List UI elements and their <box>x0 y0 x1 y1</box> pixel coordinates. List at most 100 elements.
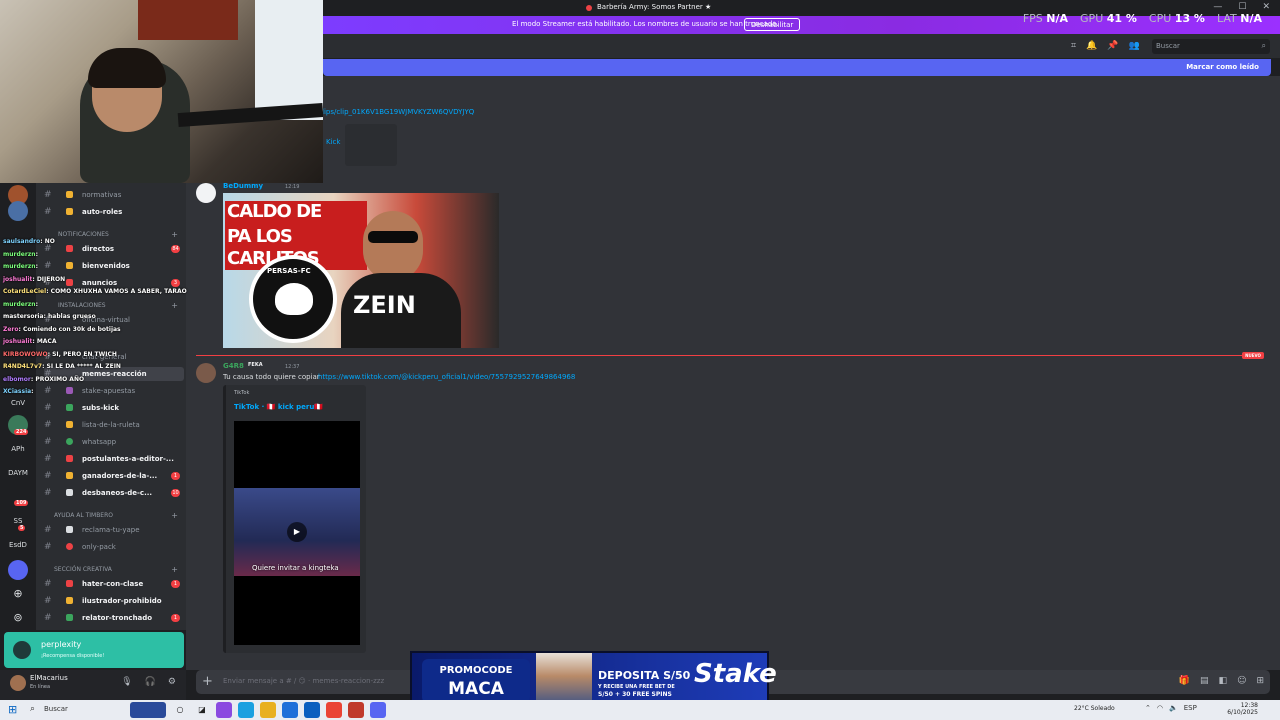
minimize-button[interactable]: — <box>1213 2 1222 12</box>
server-icon[interactable]: EsdD <box>8 535 28 555</box>
microphone-icon[interactable]: 🎙 <box>121 677 132 687</box>
message-author[interactable]: G4R8 <box>223 362 244 370</box>
avatar[interactable] <box>196 363 216 383</box>
channel-item[interactable]: # subs-kick <box>44 401 184 415</box>
server-icon[interactable]: APh <box>8 439 28 459</box>
add-channel-icon[interactable]: + <box>171 565 178 574</box>
channel-item[interactable]: # hater-con-clase 1 <box>44 577 184 591</box>
embed-video[interactable]: ▶ Quiere invitar a kingteka <box>234 421 360 645</box>
channel-item[interactable]: # reclama-tu-yape <box>44 523 184 537</box>
channel-item[interactable]: # lista-de-la-ruleta <box>44 418 184 432</box>
channel-emoji-icon <box>66 208 73 215</box>
file-explorer-icon[interactable] <box>260 702 276 718</box>
volume-icon[interactable]: 🔈 <box>1169 704 1178 712</box>
add-channel-icon[interactable]: + <box>171 301 178 310</box>
gift-icon[interactable]: 🎁 <box>1179 676 1190 686</box>
category-ayuda[interactable]: AYUDA AL TIMBERO + <box>44 511 184 520</box>
channel-item[interactable]: # relator-tronchado 1 <box>44 611 184 625</box>
weather-widget[interactable]: 22°C Soleado <box>1074 705 1115 712</box>
server-icon[interactable]: CnV <box>8 393 28 413</box>
gpu-stat: GPU 41 % <box>1080 12 1137 25</box>
channel-item[interactable]: # ganadores-de-la-... 1 <box>44 469 184 483</box>
avatar[interactable] <box>10 675 26 691</box>
play-icon[interactable]: ▶ <box>287 522 307 542</box>
threads-icon[interactable]: ⌗ <box>1071 41 1076 51</box>
server-icon[interactable] <box>8 201 28 221</box>
taskbar-apps: ○ ◪ <box>130 702 386 718</box>
maximize-button[interactable]: ☐ <box>1238 2 1246 12</box>
add-channel-icon[interactable]: + <box>171 511 178 520</box>
gif-icon[interactable]: ▤ <box>1200 676 1209 686</box>
members-icon[interactable]: 👥 <box>1129 41 1140 51</box>
message-author[interactable]: BeDummy <box>223 182 263 190</box>
channel-label: ilustrador-prohibido <box>82 597 162 605</box>
channel-item[interactable]: # whatsapp <box>44 435 184 449</box>
chevron-up-icon[interactable]: ⌃ <box>1145 704 1151 712</box>
perplexity-reward-card[interactable]: perplexity ¡Recompensa disponible! <box>4 632 184 668</box>
channel-label: memes-reacción <box>82 370 147 378</box>
image-attachment[interactable]: CALDO DE POLLO PA LOS CARLITOS ZEIN PERS… <box>223 193 499 348</box>
add-channel-icon[interactable]: + <box>171 230 178 239</box>
server-icon[interactable] <box>8 560 28 580</box>
discover-icon[interactable]: ⊚ <box>8 608 28 628</box>
channel-item[interactable]: # postulantes-a-editor-... <box>44 452 184 466</box>
close-button[interactable]: ✕ <box>1262 2 1270 12</box>
obs-icon[interactable] <box>348 702 364 718</box>
server-icon[interactable]: DAYM <box>8 463 28 483</box>
copilot-icon[interactable]: ◪ <box>194 702 210 718</box>
outlook-icon[interactable] <box>304 702 320 718</box>
role-badge: FEKA <box>248 362 263 368</box>
sticker-icon[interactable]: ◧ <box>1219 676 1228 686</box>
channel-emoji-icon <box>66 191 73 198</box>
category-instalaciones[interactable]: INSTALACIONES + <box>44 301 184 310</box>
pin-icon[interactable]: 📌 <box>1107 41 1118 51</box>
channel-item[interactable]: # directos 84 <box>44 242 184 256</box>
store-icon[interactable] <box>282 702 298 718</box>
add-attachment-button[interactable]: + <box>202 674 213 689</box>
channel-item[interactable]: # desbaneos-de-c... 10 <box>44 486 184 500</box>
disable-streamer-mode-button[interactable]: Deshabilitar <box>744 18 801 31</box>
task-view-icon[interactable]: ○ <box>172 702 188 718</box>
channel-item[interactable]: # stake-apuestas <box>44 384 184 398</box>
language-indicator[interactable]: ESP <box>1184 704 1197 712</box>
tiktok-embed[interactable]: TikTok TikTok · 🇵🇪 kick peru🇵🇪 ▶ Quiere … <box>223 385 366 653</box>
performance-overlay: FPS N/A GPU 41 % CPU 13 % LAT N/A <box>1023 12 1262 25</box>
clip-provider[interactable]: Kick <box>326 138 340 146</box>
windows-start-icon[interactable]: ⊞ <box>8 703 17 716</box>
user-name[interactable]: ElMacarius <box>30 674 68 682</box>
chrome-icon[interactable] <box>326 702 342 718</box>
headphones-icon[interactable]: 🎧 <box>145 677 156 687</box>
channel-label: reclama-tu-yape <box>82 526 140 534</box>
unread-messages-bar[interactable]: Marcar como leído <box>323 59 1271 76</box>
widgets-icon[interactable] <box>130 702 166 718</box>
emoji-icon[interactable]: ☺ <box>1237 676 1246 686</box>
category-notificaciones[interactable]: NOTIFICACIONES + <box>44 230 184 239</box>
apps-icon[interactable]: ⊞ <box>1256 676 1264 686</box>
discord-icon[interactable] <box>370 702 386 718</box>
taskbar-clock[interactable]: 12:38 6/10/2025 <box>1222 702 1258 716</box>
mark-as-read-button[interactable]: Marcar como leído <box>1186 63 1259 71</box>
search-input[interactable]: Buscar ⌕ <box>1152 39 1270 54</box>
category-creativa[interactable]: SECCIÓN CREATIVA + <box>44 565 184 574</box>
channel-item[interactable]: # normativas <box>44 188 184 202</box>
tiktok-link[interactable]: https://www.tiktok.com/@kickperu_oficial… <box>318 373 575 381</box>
add-server-icon[interactable]: ⊕ <box>8 584 28 604</box>
clip-preview[interactable] <box>345 124 397 166</box>
avatar[interactable] <box>196 183 216 203</box>
channel-item[interactable]: # bienvenidos <box>44 259 184 273</box>
embed-title[interactable]: TikTok · 🇵🇪 kick peru🇵🇪 <box>234 403 323 411</box>
settings-gear-icon[interactable]: ⚙ <box>168 677 176 687</box>
channel-label: auto-roles <box>82 208 123 216</box>
unread-count: 84 <box>171 245 180 253</box>
user-status: En línea <box>30 684 51 690</box>
app-icon[interactable] <box>216 702 232 718</box>
taskbar-search[interactable]: ⌕ Buscar <box>26 703 126 717</box>
deposit-detail: S/50 + 30 FREE SPINS <box>598 691 672 698</box>
notification-bell-icon[interactable]: 🔔 <box>1086 41 1097 51</box>
channel-item[interactable]: # ilustrador-prohibido <box>44 594 184 608</box>
clip-link[interactable]: lips/clip_01K6V1BG19WJMVKYZW6QVDYJYQ <box>322 108 474 116</box>
channel-item[interactable]: # auto-roles <box>44 205 184 219</box>
wifi-icon[interactable]: ◠ <box>1157 704 1163 712</box>
edge-icon[interactable] <box>238 702 254 718</box>
channel-item[interactable]: # only-pack <box>44 540 184 554</box>
